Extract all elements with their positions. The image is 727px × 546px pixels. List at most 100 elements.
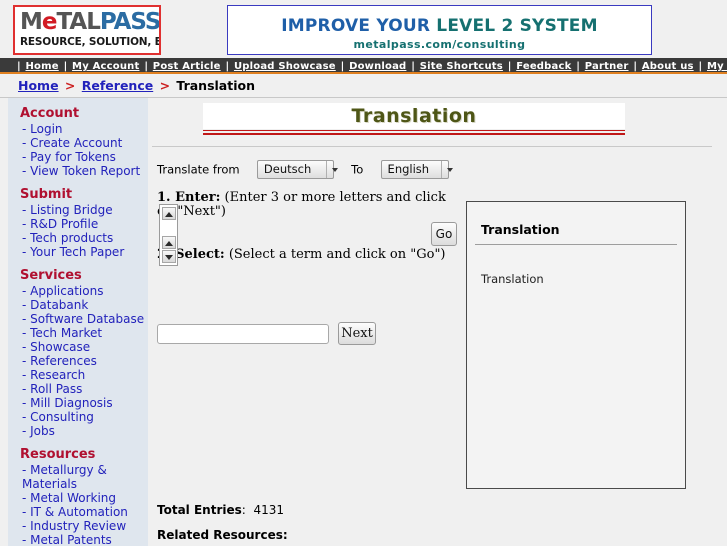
sidebar-group-resources: Resources - Metallurgy & Materials - Met…: [8, 447, 148, 546]
sidebar-heading-resources: Resources: [20, 447, 96, 462]
target-language-value: English: [387, 162, 430, 176]
step-2-instructions: 2. Select: (Select a term and click on "…: [157, 248, 457, 262]
nav-item-download[interactable]: Download: [349, 61, 406, 72]
nav-separator: |: [63, 61, 68, 72]
sidebar-item-your-tech-paper[interactable]: - Your Tech Paper: [8, 245, 148, 259]
breadcrumb-current: Translation: [176, 78, 255, 93]
step-1-instructions: 1. Enter: (Enter 3 or more letters and c…: [157, 191, 457, 219]
term-listbox[interactable]: [159, 204, 178, 266]
nav-item-post-article[interactable]: Post Article: [153, 61, 221, 72]
source-language-value: Deutsch: [263, 162, 312, 176]
main-navigation: | Home | My Account | Post Article | Upl…: [0, 58, 727, 74]
chevron-down-icon[interactable]: [325, 161, 344, 178]
scroll-down-icon[interactable]: [162, 250, 176, 263]
step-2-hint: (Select a term and click on "Go"): [228, 247, 446, 262]
translate-from-label: Translate from: [157, 162, 240, 177]
source-language-select[interactable]: Deutsch: [256, 160, 338, 179]
sidebar-item-listing-bridge[interactable]: - Listing Bridge: [8, 203, 148, 217]
total-entries-value: 4131: [253, 503, 284, 517]
nav-separator: |: [576, 61, 580, 72]
sidebar-item-pay-for-tokens[interactable]: - Pay for Tokens: [8, 150, 148, 164]
sidebar-item-databank[interactable]: - Databank: [8, 298, 148, 312]
sidebar-item-showcase[interactable]: - Showcase: [8, 340, 148, 354]
sidebar-item-it-automation[interactable]: - IT & Automation: [8, 505, 148, 519]
nav-separator: |: [411, 61, 415, 72]
nav-item-feedback[interactable]: Feedback: [516, 61, 571, 72]
related-resources-heading: Related Resources:: [157, 528, 288, 542]
nav-separator: |: [144, 61, 148, 72]
logo-tal: TAL: [56, 9, 101, 35]
sidebar-item-login[interactable]: - Login: [8, 122, 148, 136]
nav-separator: |: [225, 61, 230, 72]
logo-e: e: [41, 9, 58, 35]
chevron-down-icon[interactable]: [440, 161, 459, 178]
sidebar-heading-services: Services: [20, 268, 82, 283]
nav-separator: |: [17, 61, 21, 72]
total-entries-label: Total Entries: [157, 503, 242, 517]
sidebar-item-tech-products[interactable]: - Tech products: [8, 231, 148, 245]
sidebar-item-tech-market[interactable]: - Tech Market: [8, 326, 148, 340]
advertisement-banner[interactable]: IMPROVE YOUR LEVEL 2 SYSTEM metalpass.co…: [227, 5, 652, 55]
sidebar-item-create-account[interactable]: - Create Account: [8, 136, 148, 150]
sidebar-item-metal-working[interactable]: - Metal Working: [8, 491, 148, 505]
sidebar-item-metallurgy-materials[interactable]: - Metallurgy & Materials: [8, 463, 148, 491]
logo-wordmark: MeTALPASS: [20, 9, 161, 36]
scroll-up-icon[interactable]: [162, 236, 176, 249]
sidebar-item-rd-profile[interactable]: - R&D Profile: [8, 217, 148, 231]
sidebar-group-services: Services - Applications - Databank - Sof…: [8, 268, 148, 438]
sidebar-item-view-token-report[interactable]: - View Token Report: [8, 164, 148, 178]
logo-m: M: [20, 9, 43, 35]
translation-result-panel: Translation Translation: [466, 201, 686, 489]
sidebar-heading-submit: Submit: [20, 187, 73, 202]
sidebar-item-mill-diagnosis[interactable]: - Mill Diagnosis: [8, 396, 148, 410]
next-button[interactable]: Next: [338, 322, 376, 345]
banner-headline-part2: LEVEL 2 SYSTEM: [436, 16, 598, 36]
breadcrumb-arrow: >: [64, 78, 76, 93]
sidebar-item-jobs[interactable]: - Jobs: [8, 424, 148, 438]
sidebar-item-applications[interactable]: - Applications: [8, 284, 148, 298]
nav-item-site-shortcuts[interactable]: Site Shortcuts: [420, 61, 503, 72]
breadcrumb-arrow: >: [159, 78, 171, 93]
sidebar-item-industry-review[interactable]: - Industry Review: [8, 519, 148, 533]
sidebar-item-roll-pass[interactable]: - Roll Pass: [8, 382, 148, 396]
breadcrumb-reference[interactable]: Reference: [82, 78, 153, 93]
nav-item-partner[interactable]: Partner: [585, 61, 629, 72]
language-selector-row: Translate from Deutsch To English: [157, 160, 453, 182]
scroll-up-icon[interactable]: [162, 207, 176, 220]
target-language-select[interactable]: English: [380, 160, 453, 179]
sidebar-group-submit: Submit - Listing Bridge - R&D Profile - …: [8, 187, 148, 259]
page-content: Account - Login - Create Account - Pay f…: [0, 98, 727, 546]
total-entries-separator: :: [241, 503, 246, 517]
go-button[interactable]: Go: [431, 222, 457, 246]
title-rule-thick: [203, 133, 625, 135]
breadcrumb-home[interactable]: Home: [18, 78, 59, 93]
nav-item-upload-showcase[interactable]: Upload Showcase: [234, 61, 336, 72]
nav-item-about-us[interactable]: About us: [642, 61, 694, 72]
result-panel-body: Translation: [481, 272, 544, 286]
result-panel-divider: [475, 244, 677, 245]
banner-headline-part1: IMPROVE YOUR: [281, 16, 437, 36]
nav-separator: |: [340, 61, 345, 72]
left-sidebar: Account - Login - Create Account - Pay f…: [8, 98, 148, 546]
sidebar-item-research[interactable]: - Research: [8, 368, 148, 382]
result-panel-title: Translation: [481, 222, 560, 237]
sidebar-item-references[interactable]: - References: [8, 354, 148, 368]
total-entries: Total Entries: 4131: [157, 503, 284, 517]
main-panel: Translation Translate from Deutsch To En…: [152, 98, 719, 546]
sidebar-item-software-database[interactable]: - Software Database: [8, 312, 148, 326]
nav-separator: |: [507, 61, 512, 72]
nav-separator: |: [633, 61, 638, 72]
nav-item-my-tokens[interactable]: My Tokens: [707, 61, 727, 72]
nav-item-home[interactable]: Home: [25, 61, 58, 72]
banner-url: metalpass.com/consulting: [353, 38, 526, 51]
nav-item-my-account[interactable]: My Account: [72, 61, 139, 72]
logo-pass: PASS: [99, 9, 161, 35]
to-label: To: [351, 162, 364, 177]
page-title-banner: Translation: [203, 103, 625, 129]
site-logo[interactable]: MeTALPASS RESOURCE, SOLUTION, E-BIZ: [13, 5, 161, 55]
sidebar-heading-account: Account: [20, 106, 80, 121]
sidebar-item-metal-patents[interactable]: - Metal Patents: [8, 533, 148, 546]
sidebar-group-account: Account - Login - Create Account - Pay f…: [8, 106, 148, 178]
sidebar-item-consulting[interactable]: - Consulting: [8, 410, 148, 424]
search-term-input[interactable]: [157, 324, 329, 344]
